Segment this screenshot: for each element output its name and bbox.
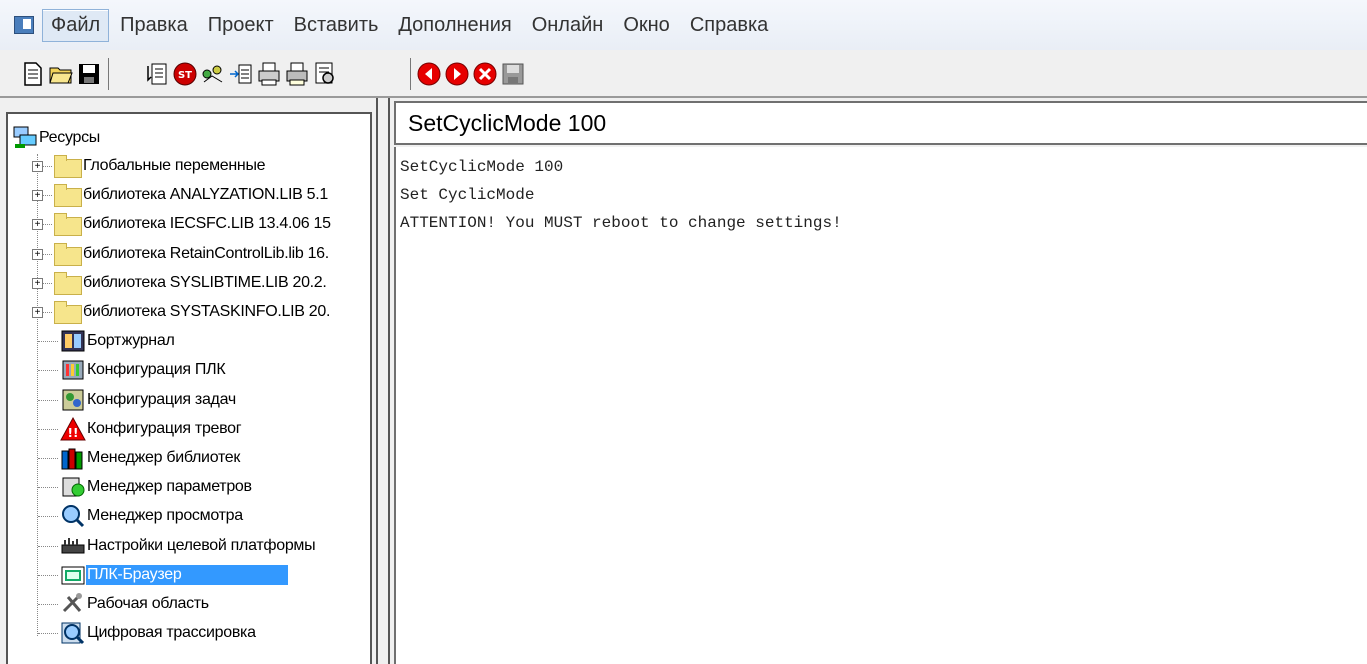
tree-item[interactable]: + библиотека ANALYZATION.LIB 5.1 bbox=[8, 181, 370, 210]
app-icon[interactable] bbox=[14, 16, 34, 34]
tree-item-label: Конфигурация ПЛК bbox=[87, 361, 226, 379]
expand-plus-icon[interactable]: + bbox=[32, 161, 43, 172]
inspect-icon[interactable] bbox=[312, 60, 338, 88]
tree-item[interactable]: + библиотека RetainControlLib.lib 16. bbox=[8, 240, 370, 269]
tree-root[interactable]: Ресурсы bbox=[8, 123, 370, 152]
tree-item-label: Настройки целевой платформы bbox=[87, 536, 316, 554]
folder-icon bbox=[54, 213, 82, 237]
tree-item-label: Цифровая трассировка bbox=[87, 624, 256, 642]
menu-extras[interactable]: Дополнения bbox=[389, 9, 520, 42]
expand-plus-icon[interactable]: + bbox=[32, 219, 43, 231]
folder-icon bbox=[54, 271, 82, 295]
tree-item[interactable]: Рабочая область bbox=[8, 590, 370, 619]
menu-insert[interactable]: Вставить bbox=[285, 9, 388, 42]
tree-item[interactable]: ПЛК-Браузер bbox=[8, 561, 370, 590]
workspace-icon bbox=[60, 591, 86, 617]
folder-icon bbox=[54, 242, 82, 266]
save-icon[interactable] bbox=[76, 60, 102, 88]
tree-item[interactable]: + библиотека IECSFC.LIB 13.4.06 15 bbox=[8, 210, 370, 239]
build-icon[interactable] bbox=[144, 60, 170, 88]
tree-item[interactable]: Бортжурнал bbox=[8, 327, 370, 356]
print-preview-icon[interactable] bbox=[284, 60, 310, 88]
command-input[interactable]: SetCyclicMode 100 bbox=[394, 101, 1367, 145]
tree-item-label: Менеджер параметров bbox=[87, 478, 252, 496]
svg-text:ST: ST bbox=[178, 70, 192, 81]
panel-splitter[interactable] bbox=[376, 98, 390, 664]
tree-item-label: библиотека IECSFC.LIB 13.4.06 15 bbox=[83, 215, 331, 233]
expand-plus-icon[interactable]: + bbox=[32, 307, 43, 318]
library-manager-icon bbox=[60, 445, 86, 471]
tree-item-label: Бортжурнал bbox=[87, 332, 175, 350]
menu-online[interactable]: Онлайн bbox=[523, 9, 613, 42]
output-line: SetCyclicMode 100 bbox=[400, 158, 564, 176]
tree-item-label: библиотека RetainControlLib.lib 16. bbox=[83, 244, 329, 262]
toolbar-nav-group bbox=[416, 60, 528, 88]
st-icon[interactable]: ST bbox=[172, 60, 198, 88]
tree-item-label: Конфигурация задач bbox=[87, 390, 236, 408]
printer-icon[interactable] bbox=[256, 60, 282, 88]
logbook-icon bbox=[60, 328, 86, 354]
tree-item[interactable]: Конфигурация ПЛК bbox=[8, 356, 370, 385]
cancel-icon[interactable] bbox=[472, 60, 498, 88]
toolbar: ST bbox=[0, 50, 1367, 98]
tree-item-label: Глобальные переменные bbox=[83, 157, 266, 174]
menu-window[interactable]: Окно bbox=[614, 9, 678, 42]
resources-tree: Ресурсы + Глобальные переменные + библиотек… bbox=[6, 112, 372, 664]
folder-icon bbox=[54, 301, 82, 324]
tree-item[interactable]: + библиотека SYSLIBTIME.LIB 20.2. bbox=[8, 269, 370, 298]
tree-item[interactable]: Менеджер просмотра bbox=[8, 502, 370, 531]
tree-item-label: библиотека ANALYZATION.LIB 5.1 bbox=[83, 186, 329, 204]
expand-plus-icon[interactable]: + bbox=[32, 190, 43, 202]
output-line: Set CyclicMode bbox=[400, 186, 535, 204]
task-config-icon bbox=[60, 387, 86, 413]
tree-item[interactable]: !! Конфигурация тревог bbox=[8, 415, 370, 444]
parameter-manager-icon bbox=[60, 474, 86, 500]
expand-plus-icon[interactable]: + bbox=[32, 277, 43, 289]
resources-icon bbox=[12, 124, 38, 150]
trace-icon bbox=[60, 620, 86, 646]
menu-edit[interactable]: Правка bbox=[111, 9, 197, 42]
plc-browser-icon bbox=[60, 562, 86, 588]
output-area[interactable]: SetCyclicMode 100 Set CyclicMode ATTENTI… bbox=[394, 147, 1367, 664]
folder-icon bbox=[54, 184, 82, 208]
tree-item[interactable]: Настройки целевой платформы bbox=[8, 532, 370, 561]
tree-item[interactable]: Менеджер параметров bbox=[8, 473, 370, 502]
tree-root-label: Ресурсы bbox=[39, 128, 100, 146]
tree-item-label: Рабочая область bbox=[87, 595, 209, 612]
toolbar-file-group bbox=[20, 60, 104, 88]
folder-icon bbox=[54, 155, 82, 178]
output-line: ATTENTION! You MUST reboot to change set… bbox=[400, 214, 842, 232]
tree-item[interactable]: Менеджер библиотек bbox=[8, 444, 370, 473]
menu-project[interactable]: Проект bbox=[199, 9, 283, 42]
plc-config-icon bbox=[60, 357, 86, 383]
nav-forward-icon[interactable] bbox=[444, 60, 470, 88]
toolbar-build-group: ST bbox=[144, 60, 340, 88]
alarm-config-icon: !! bbox=[60, 416, 86, 442]
menu-file[interactable]: Файл bbox=[42, 8, 110, 42]
svg-text:!!: !! bbox=[68, 426, 79, 440]
target-settings-icon bbox=[60, 533, 86, 559]
tree-item-label: ПЛК-Браузер bbox=[86, 564, 288, 585]
tree-item[interactable]: Конфигурация задач bbox=[8, 386, 370, 415]
menu-bar: Файл Правка Проект Вставить Дополнения О… bbox=[0, 0, 1367, 50]
login-icon[interactable] bbox=[200, 60, 226, 88]
save-disabled-icon[interactable] bbox=[500, 60, 526, 88]
tree-item-label: библиотека SYSTASKINFO.LIB 20. bbox=[83, 303, 331, 320]
tree-item-label: библиотека SYSLIBTIME.LIB 20.2. bbox=[83, 273, 327, 291]
watch-manager-icon bbox=[60, 503, 86, 529]
transfer-icon[interactable] bbox=[228, 60, 254, 88]
menu-help[interactable]: Справка bbox=[681, 9, 777, 42]
tree-item[interactable]: + Глобальные переменные bbox=[8, 152, 370, 181]
expand-plus-icon[interactable]: + bbox=[32, 248, 43, 260]
open-folder-icon[interactable] bbox=[48, 60, 74, 88]
tree-item-label: Менеджер библиотек bbox=[87, 449, 241, 466]
nav-back-icon[interactable] bbox=[416, 60, 442, 88]
tree-item-label: Конфигурация тревог bbox=[87, 419, 242, 437]
tree-item[interactable]: Цифровая трассировка bbox=[8, 619, 370, 648]
new-file-icon[interactable] bbox=[20, 60, 46, 88]
tree-item[interactable]: + библиотека SYSTASKINFO.LIB 20. bbox=[8, 298, 370, 327]
tree-item-label: Менеджер просмотра bbox=[87, 507, 243, 525]
